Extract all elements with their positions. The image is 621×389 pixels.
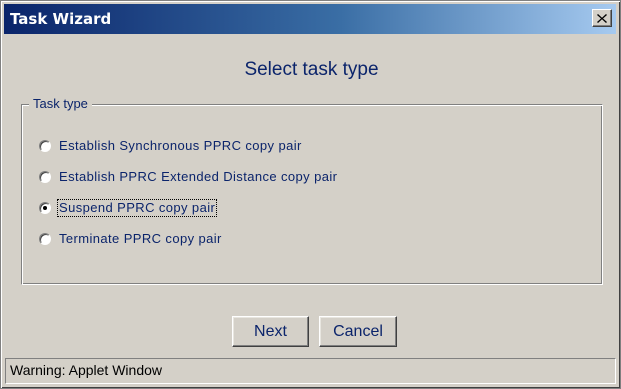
radio-button[interactable]: [39, 233, 51, 245]
close-button[interactable]: [592, 9, 612, 27]
title-bar[interactable]: Task Wizard: [4, 4, 616, 34]
radio-option-label: Suspend PPRC copy pair: [57, 199, 218, 217]
task-type-groupbox: [21, 104, 603, 285]
task-wizard-dialog: Task Wizard Select task type Task type E…: [0, 0, 621, 389]
radio-option-suspend[interactable]: Suspend PPRC copy pair: [39, 198, 218, 218]
radio-option-establish-synchronous[interactable]: Establish Synchronous PPRC copy pair: [39, 136, 304, 156]
radio-option-label: Establish Synchronous PPRC copy pair: [59, 138, 302, 153]
radio-button[interactable]: [39, 171, 51, 183]
cancel-button[interactable]: Cancel: [319, 316, 397, 347]
radio-option-establish-extended-distance[interactable]: Establish PPRC Extended Distance copy pa…: [39, 167, 339, 187]
close-icon: [597, 13, 607, 23]
status-bar: Warning: Applet Window: [5, 358, 616, 384]
radio-option-label: Establish PPRC Extended Distance copy pa…: [59, 169, 338, 184]
next-button[interactable]: Next: [232, 316, 309, 347]
radio-button[interactable]: [39, 140, 51, 152]
window-title: Task Wizard: [10, 10, 112, 28]
radio-option-terminate[interactable]: Terminate PPRC copy pair: [39, 229, 224, 249]
page-heading: Select task type: [244, 59, 379, 80]
radio-button[interactable]: [39, 202, 51, 214]
radio-option-label: Terminate PPRC copy pair: [59, 231, 222, 246]
task-type-legend: Task type: [29, 95, 92, 113]
